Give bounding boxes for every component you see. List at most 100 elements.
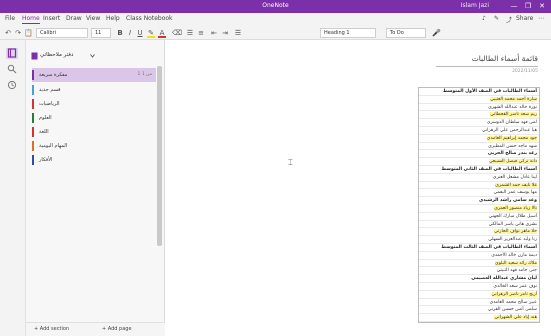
add-section-button[interactable]: + Add section — [34, 326, 69, 332]
list-item[interactable]: بشرى هاني ياسر المالكي — [419, 221, 539, 229]
list-item[interactable]: لمى فهد سلطان الدوسري — [419, 119, 539, 127]
align-icon[interactable]: ☰ — [234, 29, 242, 37]
add-page-button[interactable]: + Add page — [102, 326, 132, 332]
list-item-text: أريج ثامر ناصر الزهراني — [491, 291, 537, 297]
minimize-button[interactable]: — — [507, 1, 521, 12]
tab-class-notebook[interactable]: Class Notebook — [126, 15, 173, 22]
list-item[interactable]: وعد سامي راشد الرشيدي — [419, 197, 539, 205]
list-item[interactable]: جود محمد إبراهيم الغامدي — [419, 135, 539, 143]
tab-insert[interactable]: Insert — [43, 15, 60, 22]
page-canvas[interactable]: قائمة أسماء الطالبات 2022/11/05 ⌶ أسماء … — [165, 40, 551, 336]
pen-icon[interactable]: ✎ — [494, 15, 499, 22]
section-label: الرياضيات — [39, 101, 60, 107]
list-item-text: ليان مشاري عبدالله العصيمي — [471, 276, 537, 282]
section-color-tab — [32, 70, 34, 80]
section-item[interactable]: اللغة — [32, 125, 156, 139]
chevron-down-icon — [90, 54, 95, 58]
clipboard-icon[interactable]: 📋 — [24, 29, 33, 37]
tab-file[interactable]: File — [5, 15, 15, 22]
more-icon[interactable]: ⋯ — [538, 15, 544, 22]
list-item-text: دانة تركي فيصل السبيعي — [489, 159, 537, 165]
bullets-icon[interactable]: ☰ — [186, 29, 194, 37]
notebook-switcher[interactable]: دفتر ملاحظاتي — [26, 50, 156, 62]
list-item[interactable]: تالا زياد منصور العمري — [419, 205, 539, 213]
list-item[interactable]: حلا ماهر نواف الحارثي — [419, 228, 539, 237]
redo-icon[interactable]: ↷ — [14, 29, 22, 37]
list-item[interactable]: أريج ثامر ناصر الزهراني — [419, 291, 539, 299]
section-item[interactable]: العلوم — [32, 111, 156, 125]
list-item[interactable]: ملاك رائد سعيد البلوي — [419, 260, 539, 268]
page-title[interactable]: قائمة أسماء الطالبات — [472, 54, 538, 63]
eraser-icon[interactable]: ⌫ — [172, 29, 182, 37]
maximize-button[interactable]: ❐ — [521, 1, 535, 12]
list-item[interactable]: نوف عمر سعد الخالدي — [419, 283, 539, 291]
list-item[interactable]: أسماء الطالبات في الصف الأول المتوسط — [419, 88, 539, 96]
style-dropdown[interactable]: Heading 1 — [320, 28, 376, 38]
outdent-icon[interactable]: ⇤ — [210, 29, 218, 37]
note-container[interactable]: أسماء الطالبات في الصف الأول المتوسط سارة… — [418, 87, 540, 323]
notebooks-icon[interactable] — [6, 48, 18, 59]
section-color-tab — [32, 113, 34, 123]
list-item[interactable]: رنا وليد عبدالعزيز السهلي — [419, 236, 539, 244]
list-item[interactable]: هند إياد علي الشهراني — [419, 314, 539, 322]
list-item[interactable]: ريم سعد ناصر القحطاني — [419, 111, 539, 120]
list-item[interactable]: سلمى أنس حسين القرني — [419, 306, 539, 315]
list-item[interactable]: مها يوسف عمر البقمي — [419, 189, 539, 198]
font-size-dropdown[interactable]: 11 — [91, 28, 111, 38]
sound-icon[interactable]: ♪ — [482, 15, 486, 22]
list-item[interactable]: رغد بندر صالح الحربي — [419, 150, 539, 159]
list-item-text: رنا وليد عبدالعزيز السهلي — [488, 237, 537, 243]
list-item-text: تالا زياد منصور العمري — [494, 205, 537, 211]
section-color-tab — [32, 85, 34, 95]
undo-icon[interactable]: ↶ — [4, 29, 12, 37]
section-label: اللغة — [39, 129, 49, 135]
share-button[interactable]: Share — [516, 15, 533, 22]
panel-scrollbar[interactable] — [157, 66, 162, 246]
panel-footer: + Add section + Add page — [26, 322, 165, 336]
list-item-text: ريم سعد ناصر القحطاني — [490, 112, 537, 118]
list-item[interactable]: أسماء الطالبات في الصف الثاني المتوسط — [419, 166, 539, 174]
section-item[interactable]: المهام اليومية — [32, 139, 156, 153]
list-item[interactable]: ليان مشاري عبدالله العصيمي — [419, 275, 539, 283]
tag-dropdown[interactable]: To Do — [386, 28, 426, 38]
nav-rail — [0, 40, 26, 336]
search-icon[interactable] — [6, 64, 18, 75]
tab-view[interactable]: View — [86, 15, 100, 22]
list-item-text: وعد سامي راشد الرشيدي — [479, 198, 537, 204]
dictate-icon[interactable]: 🎤 — [432, 29, 441, 37]
list-item[interactable]: جنى حامد فهد الثبيتي — [419, 267, 539, 276]
font-name-dropdown[interactable]: Calibri — [36, 28, 88, 38]
section-item[interactable]: الرياضيات — [32, 97, 156, 111]
list-item[interactable]: لينا عادل مشعل العنزي — [419, 174, 539, 182]
italic-button[interactable]: I — [126, 29, 134, 37]
section-item[interactable]: الأفكار — [32, 153, 156, 167]
list-item[interactable]: أسيل طلال مبارك الجهني — [419, 213, 539, 221]
user-name[interactable]: Islam Jazi — [461, 2, 489, 9]
list-item-text: غلا نايف حمد الشمري — [495, 182, 537, 188]
list-item-text: رغد بندر صالح الحربي — [487, 151, 537, 157]
indent-icon[interactable]: ⇥ — [221, 29, 229, 37]
bold-button[interactable]: B — [116, 29, 124, 37]
list-item[interactable]: شهد ماجد حسن المطيري — [419, 143, 539, 151]
list-item[interactable]: أسماء الطالبات في الصف الثالث المتوسط — [419, 244, 539, 252]
tab-help[interactable]: Help — [106, 15, 120, 22]
tab-draw[interactable]: Draw — [66, 15, 82, 22]
list-item[interactable]: دانة تركي فيصل السبيعي — [419, 158, 539, 166]
section-item-quick-notes[interactable]: مفكرة سريعة 1 من 1 — [32, 68, 156, 82]
section-label: الأفكار — [39, 157, 53, 163]
list-item[interactable]: عبير صالح محمد الغامدي — [419, 299, 539, 307]
tab-home[interactable]: Home — [22, 15, 40, 24]
list-item[interactable]: هيا عبدالرحمن علي الزهراني — [419, 127, 539, 135]
section-label: مفكرة سريعة — [39, 72, 68, 78]
underline-button[interactable]: U — [136, 29, 144, 37]
list-item[interactable]: نورة خالد عبدالله الشهري — [419, 104, 539, 112]
list-item[interactable]: غلا نايف حمد الشمري — [419, 182, 539, 190]
recent-icon[interactable] — [6, 80, 18, 91]
numbering-icon[interactable]: ≡ — [197, 29, 205, 37]
section-item[interactable]: قسم جديد — [32, 83, 156, 97]
list-item-text: أسيل طلال مبارك الجهني — [488, 213, 537, 219]
share-icon[interactable]: ⤴ — [506, 15, 512, 24]
list-item[interactable]: ديمة مازن خالد الأحمدي — [419, 252, 539, 260]
close-button[interactable]: ✕ — [535, 1, 549, 12]
list-item[interactable]: سارة أحمد محمد العتيبي — [419, 96, 539, 104]
